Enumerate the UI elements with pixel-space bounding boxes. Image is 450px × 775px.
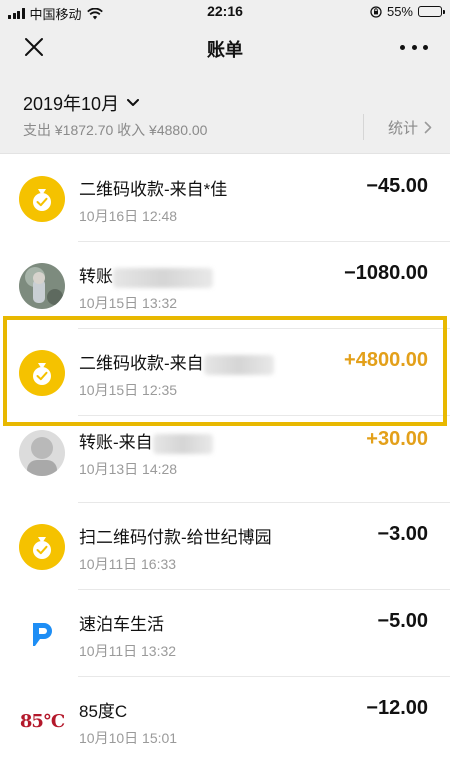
battery-percent: 55% (386, 4, 413, 19)
transaction-row[interactable]: 转账 10月15日 13:32 −1080.00 (0, 242, 450, 329)
transaction-amount: +30.00 (366, 428, 428, 450)
transaction-title: 转账 (79, 267, 113, 286)
transaction-time: 10月15日 12:35 (79, 382, 178, 398)
transaction-title-wrap: 转账 (79, 262, 213, 288)
transaction-row[interactable]: 二维码收款-来自*佳 10月16日 12:48 −45.00 (0, 155, 450, 242)
transaction-time: 10月11日 16:33 (79, 556, 177, 572)
transaction-amount: +4800.00 (344, 349, 428, 371)
redacted-name (152, 433, 213, 454)
stats-button[interactable]: 统计 (362, 114, 432, 140)
avatar (19, 263, 65, 309)
chevron-right-icon (424, 121, 432, 133)
month-label: 2019年10月 (23, 94, 120, 114)
nav-bar: 账单 (0, 24, 450, 70)
orientation-lock-icon (370, 5, 382, 18)
transaction-row[interactable]: 85°C 85度C 10月10日 15:01 −12.00 (0, 677, 450, 764)
transaction-row[interactable]: 扫二维码付款-给世纪博园 10月11日 16:33 −3.00 (0, 503, 450, 590)
chevron-down-icon (127, 99, 140, 106)
month-summary: 支出 ¥1872.70 收入 ¥4880.00 (23, 122, 208, 138)
month-selector[interactable]: 2019年10月 (23, 90, 140, 116)
more-icon[interactable] (400, 35, 428, 59)
transaction-time: 10月15日 13:32 (79, 295, 178, 311)
parking-logo (19, 611, 65, 657)
transaction-title: 二维码收款-来自 (79, 354, 204, 373)
85c-logo-text: 85°C (19, 710, 65, 732)
transaction-row[interactable]: 速泊车生活 10月11日 13:32 −5.00 (0, 590, 450, 677)
transaction-amount: −3.00 (377, 523, 428, 545)
transaction-time: 10月16日 12:48 (79, 208, 178, 224)
month-header: 2019年10月 支出 ¥1872.70 收入 ¥4880.00 统计 (0, 70, 450, 154)
transaction-title: 转账-来自 (79, 433, 153, 452)
transaction-row[interactable]: 转账-来自 10月13日 14:28 +30.00 (0, 416, 450, 503)
transaction-title: 速泊车生活 (79, 615, 164, 634)
transaction-title-wrap: 转账-来自 (79, 428, 213, 454)
redacted-name (203, 354, 274, 375)
coin-icon (19, 176, 65, 222)
transaction-row[interactable]: 二维码收款-来自 10月15日 12:35 +4800.00 (0, 329, 450, 416)
transaction-title: 85度C (79, 702, 128, 721)
transaction-amount: −45.00 (366, 175, 428, 197)
transaction-title: 扫二维码付款-给世纪博园 (79, 528, 272, 547)
transaction-time: 10月10日 15:01 (79, 730, 178, 746)
transaction-title: 二维码收款-来自*佳 (79, 180, 228, 199)
transaction-amount: −5.00 (377, 610, 428, 632)
transaction-time: 10月11日 13:32 (79, 643, 177, 659)
transaction-title-wrap: 二维码收款-来自 (79, 349, 274, 375)
avatar (19, 430, 65, 476)
status-bar: 中国移动 22:16 55% (0, 0, 450, 24)
transaction-amount: −1080.00 (344, 262, 428, 284)
transaction-amount: −12.00 (366, 697, 428, 719)
battery-icon (418, 6, 445, 17)
status-right: 55% (370, 4, 445, 19)
coin-icon (19, 350, 65, 396)
coin-icon (19, 524, 65, 570)
stats-label: 统计 (387, 119, 418, 137)
redacted-name (113, 267, 213, 288)
transaction-time: 10月13日 14:28 (79, 461, 178, 477)
85c-logo: 85°C (19, 698, 65, 744)
transaction-list: 二维码收款-来自*佳 10月16日 12:48 −45.00 转账 10月15日… (0, 155, 450, 764)
page-title: 账单 (207, 40, 243, 60)
